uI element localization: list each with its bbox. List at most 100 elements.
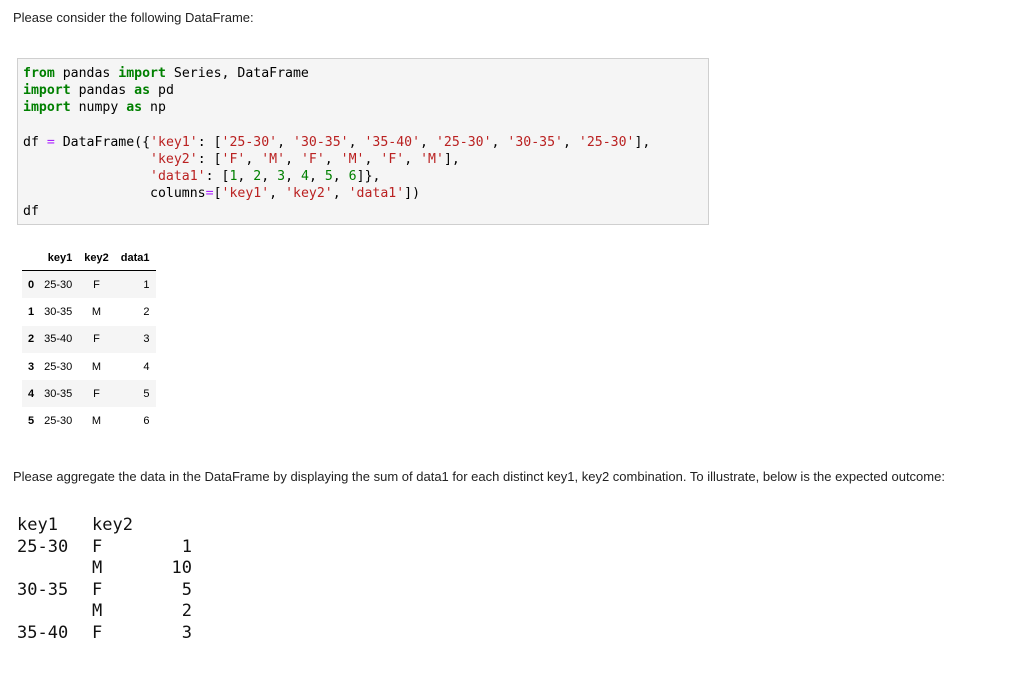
result-value: 1 <box>181 536 192 557</box>
code-operator: = <box>46 134 55 150</box>
code-text: , <box>364 152 381 168</box>
code-text: : [ <box>197 134 222 150</box>
code-text: , <box>404 152 421 168</box>
code-string: 'M' <box>340 152 365 168</box>
code-text: numpy <box>70 100 127 116</box>
code-text: ]}, <box>356 169 381 185</box>
intro-text: Please consider the following DataFrame: <box>13 10 254 25</box>
row-index: 4 <box>28 387 35 400</box>
cell-data1: 5 <box>143 387 150 400</box>
code-text: columns <box>23 186 206 202</box>
code-string: '30-35' <box>507 134 563 150</box>
cell-key1: 25-30 <box>44 360 73 373</box>
table-header-row: key1 key2 data1 <box>22 246 156 271</box>
code-string: 'key2' <box>150 152 198 168</box>
row-index: 5 <box>28 415 35 428</box>
code-text: , <box>562 134 579 150</box>
row-index: 1 <box>28 305 35 318</box>
code-text: Series, DataFrame <box>165 66 309 81</box>
table-row: 2 35-40 F 3 <box>22 325 156 353</box>
code-string: 'key2' <box>285 186 333 202</box>
code-number: 3 <box>277 169 286 185</box>
result-row: M2 <box>17 601 192 623</box>
code-line: 'key2': ['F', 'M', 'F', 'M', 'F', 'M'], <box>23 152 460 167</box>
table-row: 1 30-35 M 2 <box>22 298 156 325</box>
cell-key2: M <box>91 305 102 318</box>
table-row: 0 25-30 F 1 <box>22 270 156 299</box>
cell-key2: M <box>91 415 102 428</box>
row-index: 3 <box>28 360 35 373</box>
code-keyword: import <box>23 83 71 99</box>
code-text: : [ <box>205 169 230 185</box>
table-row: 5 25-30 M 6 <box>22 407 156 434</box>
code-string: 'F' <box>380 152 405 168</box>
code-cell[interactable]: from pandas import Series, DataFrame imp… <box>17 58 709 225</box>
row-index: 2 <box>28 333 35 346</box>
result-key2: F <box>92 622 103 643</box>
code-text: , <box>261 169 278 185</box>
code-string: 'F' <box>221 152 246 168</box>
cell-key2: F <box>93 333 100 346</box>
code-text: pandas <box>70 83 135 99</box>
code-number: 4 <box>300 169 309 185</box>
result-value: 5 <box>181 579 192 600</box>
code-keyword: import <box>118 66 166 81</box>
code-keyword: as <box>134 83 151 99</box>
code-line: df = DataFrame({'key1': ['25-30', '30-35… <box>23 135 650 150</box>
result-key2: F <box>92 536 103 557</box>
code-block: from pandas import Series, DataFrame imp… <box>23 65 650 220</box>
result-value: 10 <box>171 558 192 578</box>
code-string: 'key1' <box>150 134 198 150</box>
code-text: np <box>142 100 166 116</box>
code-string: 'data1' <box>150 169 206 185</box>
result-header-key1: key1 <box>17 515 58 535</box>
code-line: df <box>23 204 39 219</box>
column-header-key2: key2 <box>78 246 115 271</box>
code-text: , <box>348 134 365 150</box>
table-row: 3 25-30 M 4 <box>22 353 156 380</box>
result-header-key2: key2 <box>92 515 133 535</box>
code-text: [ <box>213 186 222 202</box>
code-number: 6 <box>348 169 357 185</box>
code-string: '25-30' <box>221 134 278 150</box>
code-text: ], <box>634 134 651 150</box>
code-text: ], <box>443 152 460 168</box>
cell-key2: M <box>91 360 102 373</box>
code-text: , <box>277 134 293 150</box>
code-text: , <box>332 169 349 185</box>
cell-key1: 30-35 <box>44 387 73 400</box>
code-text: , <box>269 186 286 202</box>
code-text: df <box>23 134 47 150</box>
code-text: , <box>332 186 349 202</box>
instruction-text: Please aggregate the data in the DataFra… <box>13 469 945 484</box>
cell-data1: 1 <box>143 278 150 291</box>
cell-key1: 25-30 <box>44 415 73 428</box>
result-key2: M <box>92 558 103 578</box>
code-text: df <box>23 203 39 219</box>
code-string: '30-35' <box>293 134 349 150</box>
column-header-key1: key1 <box>38 246 79 271</box>
code-string: 'M' <box>261 152 286 168</box>
result-value: 2 <box>181 601 192 621</box>
code-text: : [ <box>197 152 222 168</box>
expected-result-output: key1 key2 25-30 F 1 M 10 30-35 F 5 M 2 35-40 F 3 <box>17 515 192 644</box>
code-string: 'M' <box>420 152 444 168</box>
cell-key1: 30-35 <box>44 305 73 318</box>
cell-key1: 35-40 <box>44 333 73 346</box>
code-keyword: import <box>23 100 71 116</box>
cell-data1: 2 <box>143 305 150 318</box>
code-string: 'F' <box>300 152 325 168</box>
table-row: 4 30-35 F 5 <box>22 380 156 408</box>
code-text: , <box>285 152 301 168</box>
dataframe-table: key1 key2 data1 0 25-30 F 1 1 30-35 M 2 2 35-40 F 3… <box>22 246 156 435</box>
cell-key2: F <box>93 387 100 400</box>
code-text: , <box>237 169 254 185</box>
code-string: '25-30' <box>435 134 492 150</box>
cell-data1: 3 <box>143 333 150 346</box>
result-value: 3 <box>181 622 192 643</box>
code-string: '25-30' <box>578 134 635 150</box>
index-header <box>22 246 39 271</box>
cell-data1: 4 <box>143 360 150 373</box>
result-row: M 10 <box>17 558 192 580</box>
